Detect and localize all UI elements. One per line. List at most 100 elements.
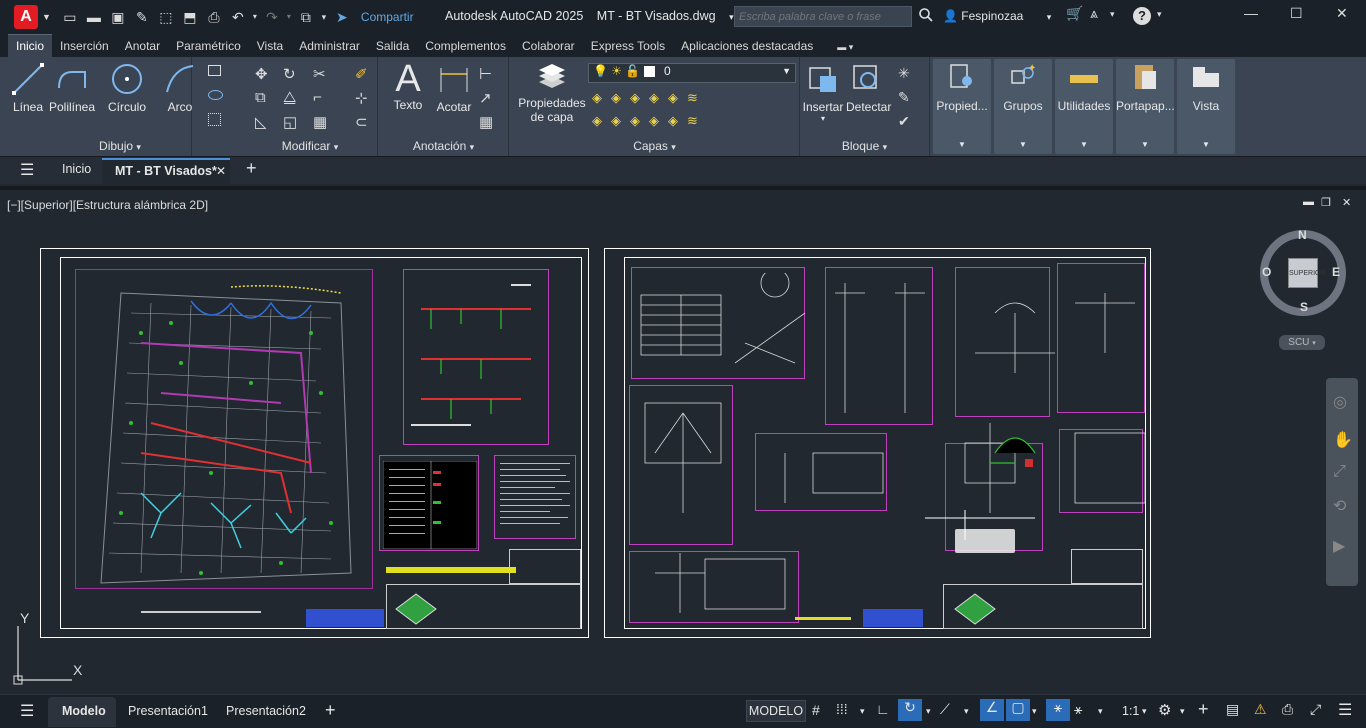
cart-icon[interactable]: 🛒 xyxy=(1066,5,1083,22)
customize-dropdown-icon[interactable]: ▾ xyxy=(319,8,329,26)
hardware-acceleration-icon[interactable]: ⎙ xyxy=(1282,701,1293,718)
autodesk-app-icon[interactable]: ⩓ xyxy=(1090,5,1098,22)
user-account[interactable]: 👤 Fespinozaa ▾ xyxy=(943,9,1051,23)
viewcube-top-face[interactable]: SUPERIOR xyxy=(1288,258,1326,288)
drawing-viewport[interactable]: [−][Superior][Estructura alámbrica 2D] ▬… xyxy=(0,186,1366,694)
osnap-dropdown-icon[interactable]: ▾ xyxy=(1032,706,1037,717)
groups-panel-button[interactable]: ✦ Grupos ▼ xyxy=(994,59,1052,154)
rotate-icon[interactable]: ↻ xyxy=(283,65,299,83)
layer-walk-icon[interactable]: ⧉ xyxy=(295,8,317,26)
linear-dim-icon[interactable]: ⊢ xyxy=(479,65,495,83)
auto-scale-dropdown-icon[interactable]: ▾ xyxy=(1098,706,1103,717)
annotation-visibility-icon[interactable]: ⚹ xyxy=(1046,699,1070,721)
arc-button[interactable]: Arco xyxy=(158,62,202,114)
steering-wheel-icon[interactable]: ◎ xyxy=(1333,392,1347,412)
minimize-icon[interactable]: — xyxy=(1244,5,1258,21)
zoom-extents-icon[interactable]: ⤢ xyxy=(1333,463,1346,481)
search-icon[interactable] xyxy=(918,7,934,23)
help-icon[interactable]: ? xyxy=(1133,7,1151,25)
viewcube[interactable]: SUPERIOR N S O E xyxy=(1260,228,1346,316)
layer-tool-icon[interactable]: ◈ xyxy=(668,113,687,128)
create-block-icon[interactable]: ✳ xyxy=(898,65,914,81)
copy-icon[interactable]: ⧉ xyxy=(255,89,271,106)
mirror-icon[interactable]: ⧋ xyxy=(283,89,299,106)
tab-anotar[interactable]: Anotar xyxy=(117,35,168,57)
orbit-icon[interactable]: ⟲ xyxy=(1333,496,1346,516)
annotation-monitor-icon[interactable]: + xyxy=(1198,699,1209,720)
full-screen-icon[interactable]: ⤢ xyxy=(1310,701,1321,718)
maximize-icon[interactable]: ☐ xyxy=(1290,5,1303,22)
hatch-icon[interactable] xyxy=(208,90,223,100)
object-snap-icon[interactable]: ▢ xyxy=(1006,699,1030,721)
isodraft-dropdown-icon[interactable]: ▾ xyxy=(964,706,969,717)
layer-tool-icon[interactable]: ◈ xyxy=(649,113,668,128)
tab-inicio[interactable]: Inicio xyxy=(8,34,53,57)
layer-tool-icon[interactable]: ◈ xyxy=(630,90,649,105)
model-space-button[interactable]: MODELO xyxy=(746,700,806,722)
viewport-controls-label[interactable]: [−][Superior][Estructura alámbrica 2D] xyxy=(7,198,208,212)
tab-parametrico[interactable]: Paramétrico xyxy=(168,35,249,57)
panel-modify-title[interactable]: Modificar ▾ xyxy=(243,139,377,153)
tab-active-drawing[interactable]: MT - BT Visados* ✕ xyxy=(102,158,230,185)
layer-dropdown[interactable]: 💡 ☀ 🔓 0 ▼ xyxy=(588,63,796,83)
fillet-icon[interactable]: ⌐ xyxy=(313,89,329,106)
polyline-button[interactable]: Polilínea xyxy=(48,62,96,114)
view-panel-button[interactable]: Vista ▼ xyxy=(1177,59,1235,154)
undo-icon[interactable]: ↶ xyxy=(227,8,249,26)
app-menu-arrow-icon[interactable]: ▼ xyxy=(42,12,51,22)
block-attribute-icon[interactable]: ✔ xyxy=(898,113,914,129)
ortho-icon[interactable]: ∟ xyxy=(876,701,890,717)
edit-block-icon[interactable]: ✎ xyxy=(898,89,914,105)
snap-dropdown-icon[interactable]: ▾ xyxy=(860,706,865,717)
dimension-button[interactable]: Acotar xyxy=(433,62,475,114)
panel-block-title[interactable]: Bloque ▾ xyxy=(800,139,929,153)
share-button[interactable]: Compartir xyxy=(361,8,414,26)
line-button[interactable]: Línea xyxy=(8,62,48,114)
layer-tool-icon[interactable]: ◈ xyxy=(611,90,630,105)
new-layout-icon[interactable]: + xyxy=(325,700,336,721)
tab-express-tools[interactable]: Express Tools xyxy=(583,35,673,57)
properties-panel-button[interactable]: Propied... ▼ xyxy=(933,59,991,154)
utilities-panel-button[interactable]: Utilidades ▼ xyxy=(1055,59,1113,154)
open-file-icon[interactable]: ▬ xyxy=(83,8,105,26)
grid-icon[interactable]: # xyxy=(812,702,820,718)
layout-tab-presentacion1[interactable]: Presentación1 xyxy=(128,704,208,718)
table-icon[interactable]: ▦ xyxy=(479,113,495,131)
offset-icon[interactable]: ⊂ xyxy=(355,113,371,131)
units-icon[interactable]: ▤ xyxy=(1226,701,1239,718)
workspace-dropdown-icon[interactable]: ▾ xyxy=(1180,706,1185,717)
tab-colaborar[interactable]: Colaborar xyxy=(514,35,583,57)
erase-icon[interactable]: ✐ xyxy=(355,65,371,83)
auto-scale-icon[interactable]: ⚹ xyxy=(1074,701,1082,718)
insert-dropdown-icon[interactable]: ▾ xyxy=(802,114,844,123)
customize-status-icon[interactable]: ☰ xyxy=(1338,700,1352,720)
move-icon[interactable]: ✥ xyxy=(255,65,271,83)
new-file-icon[interactable]: ▭ xyxy=(59,8,81,26)
layer-tool-icon[interactable]: ◈ xyxy=(649,90,668,105)
compass-north[interactable]: N xyxy=(1298,228,1307,242)
notification-icon[interactable]: ⚠ xyxy=(1254,701,1267,718)
tab-administrar[interactable]: Administrar xyxy=(291,35,368,57)
status-menu-icon[interactable]: ☰ xyxy=(20,701,34,721)
plot-icon[interactable]: ⎙ xyxy=(203,8,225,26)
doc-dropdown-icon[interactable]: ▾ xyxy=(729,12,734,22)
isodraft-icon[interactable]: ⟋ xyxy=(940,701,950,718)
search-input[interactable] xyxy=(734,6,912,27)
stretch-icon[interactable]: ◺ xyxy=(255,113,271,131)
trim-icon[interactable]: ✂ xyxy=(313,65,329,83)
panel-layers-title[interactable]: Capas ▾ xyxy=(510,139,799,153)
showmotion-icon[interactable]: ▶ xyxy=(1333,536,1345,556)
layout-tab-presentacion2[interactable]: Presentación2 xyxy=(226,704,306,718)
tab-aplicaciones-destacadas[interactable]: Aplicaciones destacadas xyxy=(673,35,821,57)
panel-draw-title[interactable]: Dibujo ▾ xyxy=(0,139,240,153)
share-icon[interactable]: ➤ xyxy=(331,8,353,26)
object-snap-tracking-icon[interactable]: ∠ xyxy=(980,699,1004,721)
workspace-gear-icon[interactable]: ⚙ xyxy=(1158,701,1171,719)
explode-icon[interactable]: ⊹ xyxy=(355,89,371,107)
polar-tracking-icon[interactable]: ↻ xyxy=(898,699,922,721)
layer-tool-icon[interactable]: ◈ xyxy=(592,113,611,128)
insert-block-button[interactable]: Insertar ▾ xyxy=(802,62,844,123)
boundary-icon[interactable] xyxy=(208,113,221,126)
viewport-minimize-icon[interactable]: ▬ xyxy=(1303,196,1314,208)
user-dropdown-icon[interactable]: ▾ xyxy=(1047,12,1052,22)
